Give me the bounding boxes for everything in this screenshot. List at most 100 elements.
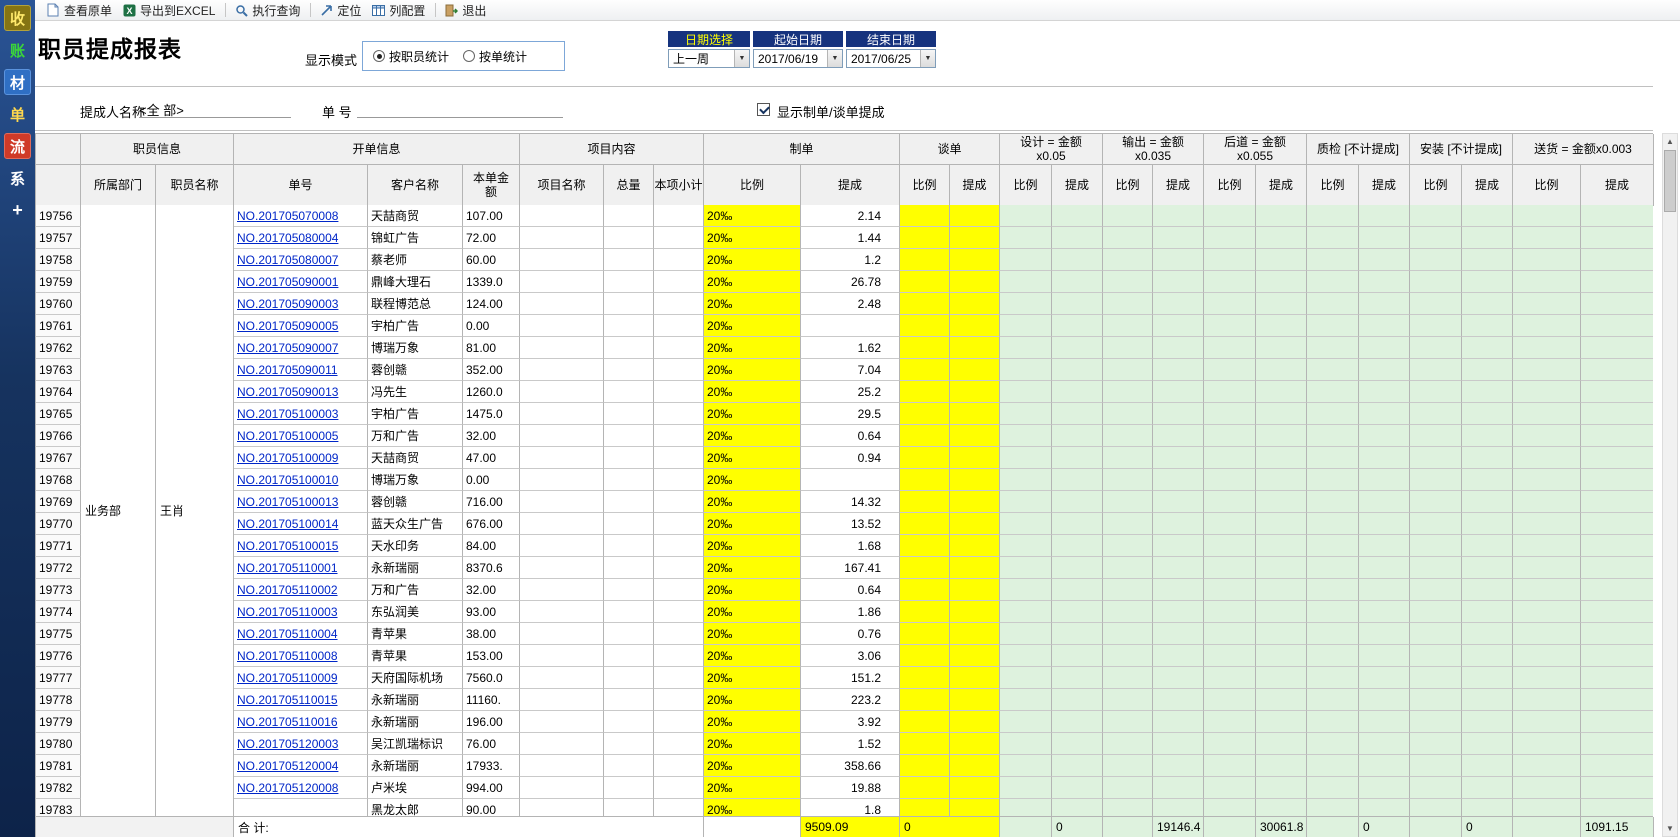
make-commission-cell: 14.32 [801,491,900,513]
order-amount-cell: 81.00 [463,337,520,359]
order-number-link[interactable]: NO.201705120004 [237,759,338,773]
column-config-icon [371,3,385,17]
order-number-link[interactable]: NO.201705100003 [237,407,338,421]
order-number-link[interactable]: NO.201705080004 [237,231,338,245]
empty-commission-cell [1103,447,1153,469]
empty-commission-cell [1000,249,1052,271]
order-number-link[interactable]: NO.201705100009 [237,451,338,465]
empty-commission-cell [1000,667,1052,689]
order-number-cell: NO.201705120003 [234,733,368,755]
order-number-link[interactable]: NO.201705120008 [237,781,338,795]
run-query-button[interactable]: 执行查询 [230,1,306,20]
sidebar-item-add[interactable]: + [4,197,31,223]
empty-commission-cell [1052,315,1103,337]
order-number-link[interactable]: NO.201705110008 [237,649,338,663]
radio-icon[interactable] [463,50,476,62]
mode-by-order-radio[interactable]: 按单统计 [463,48,527,65]
view-original-order-button[interactable]: 查看原单 [42,1,118,20]
order-number-link[interactable]: NO.201705100013 [237,495,338,509]
empty-commission-cell [1410,645,1462,667]
empty-commission-cell [1307,381,1359,403]
show-commission-checkbox[interactable] [757,103,770,116]
negotiate-commission-cell [950,689,1000,711]
item-subtotal-cell [654,601,704,623]
order-number-link[interactable]: NO.201705090001 [237,275,338,289]
total-qty-cell [604,337,654,359]
make-ratio-cell: 20‰ [704,755,801,777]
locate-button[interactable]: 定位 [315,1,367,20]
empty-commission-cell [1359,623,1410,645]
commission-person-select[interactable]: <全 部> [139,100,291,118]
empty-commission-cell [1581,381,1653,403]
radio-icon[interactable] [373,50,385,62]
negotiate-commission-cell [950,667,1000,689]
order-number-link[interactable]: NO.201705090005 [237,319,338,333]
empty-commission-cell [1581,711,1653,733]
empty-commission-cell [1513,293,1581,315]
exit-button[interactable]: 退出 [440,1,492,20]
mode-by-employee-radio[interactable]: 按职员统计 [373,48,449,65]
empty-commission-cell [1153,601,1204,623]
start-date-picker[interactable]: 2017/06/19 ▼ [753,49,843,68]
empty-commission-cell [1204,579,1256,601]
empty-commission-cell [1000,205,1052,227]
sidebar-item-dan[interactable]: 单 [4,101,31,127]
scroll-down-button[interactable]: ▼ [1663,821,1677,836]
order-number-link[interactable]: NO.201705070008 [237,209,338,223]
empty-commission-cell [1581,293,1653,315]
order-number-link[interactable]: NO.201705090011 [237,363,338,377]
order-number-link[interactable]: NO.201705110015 [237,693,338,707]
sidebar-item-shou[interactable]: 收 [4,5,31,31]
empty-commission-cell [1153,205,1204,227]
sidebar-item-xi[interactable]: 系 [4,165,31,191]
vertical-scrollbar[interactable]: ▲ ▼ [1662,133,1678,837]
order-number-link[interactable]: NO.201705090007 [237,341,338,355]
order-number-link[interactable]: NO.201705100015 [237,539,338,553]
scrollbar-thumb[interactable] [1664,150,1676,212]
order-number-link[interactable]: NO.201705110001 [237,561,338,575]
project-name-cell [520,491,604,513]
order-number-link[interactable]: NO.201705110016 [237,715,338,729]
empty-commission-cell [1307,337,1359,359]
order-number-cell: NO.201705100015 [234,535,368,557]
row-number: 19773 [36,579,81,601]
col-department: 所属部门 [81,165,156,206]
row-number: 19756 [36,205,81,227]
order-number-link[interactable]: NO.201705100010 [237,473,338,487]
customer-name-cell: 万和广告 [368,425,463,447]
order-number-link[interactable]: NO.201705110009 [237,671,338,685]
end-date-picker[interactable]: 2017/06/25 ▼ [846,49,936,68]
empty-commission-cell [1153,337,1204,359]
display-mode-group: 按职员统计 按单统计 [362,41,565,71]
total-qty-cell [604,205,654,227]
col-project-name: 项目名称 [520,165,604,206]
view-original-order-label: 查看原单 [64,3,113,18]
document-icon [46,3,60,17]
row-number: 19765 [36,403,81,425]
row-number: 19782 [36,777,81,799]
scroll-up-button[interactable]: ▲ [1663,134,1677,149]
empty-commission-cell [1103,293,1153,315]
order-number-link[interactable]: NO.201705110004 [237,627,338,641]
project-name-cell [520,337,604,359]
make-ratio-cell: 20‰ [704,293,801,315]
customer-name-cell: 天喆商贸 [368,447,463,469]
order-number-link[interactable]: NO.201705100005 [237,429,338,443]
column-config-button[interactable]: 列配置 [367,1,431,20]
sidebar-item-zhang[interactable]: 账 [4,37,31,63]
order-number-link[interactable]: NO.201705090003 [237,297,338,311]
sidebar-item-liu[interactable]: 流 [4,133,31,159]
customer-name-cell: 东弘润美 [368,601,463,623]
totals-cell [1410,817,1462,837]
order-number-link[interactable]: NO.201705110003 [237,605,338,619]
order-number-link[interactable]: NO.201705120003 [237,737,338,751]
order-number-input[interactable] [357,100,563,118]
export-excel-button[interactable]: X 导出到EXCEL [118,1,221,20]
order-number-link[interactable]: NO.201705080007 [237,253,338,267]
order-number-link[interactable]: NO.201705090013 [237,385,338,399]
order-number-link[interactable]: NO.201705100014 [237,517,338,531]
order-number-link[interactable]: NO.201705110002 [237,583,338,597]
date-preset-select[interactable]: 上一周 ▼ [668,49,750,68]
row-number: 19766 [36,425,81,447]
sidebar-item-cai[interactable]: 材 [4,69,31,95]
